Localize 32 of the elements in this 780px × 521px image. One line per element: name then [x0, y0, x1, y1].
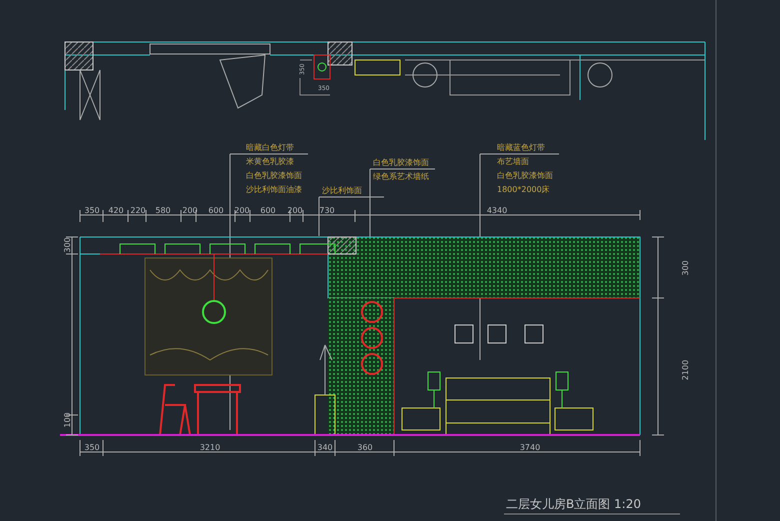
dimension-label: 300	[681, 260, 690, 276]
dimension-label: 420	[108, 206, 124, 215]
dimension-label: 600	[208, 206, 224, 215]
dimension-label: 4340	[486, 206, 508, 215]
material-note: 暗藏白色灯带	[246, 143, 294, 152]
dimension-label: 3740	[520, 443, 540, 452]
dimension-label: 100	[63, 412, 72, 428]
material-note: 白色乳胶漆饰面	[373, 158, 429, 167]
dimension-label: 200	[234, 206, 250, 215]
dimension-label: 580	[155, 206, 171, 215]
material-note: 绿色系艺术墙纸	[373, 172, 429, 181]
material-note: 白色乳胶漆饰面	[246, 171, 302, 180]
dimension-label: 2100	[681, 360, 690, 380]
material-note: 米黄色乳胶漆	[246, 157, 294, 166]
material-note: 1800*2000床	[497, 185, 550, 194]
material-note: 布艺墙面	[497, 157, 529, 166]
dimension-label: 350	[84, 206, 100, 215]
dimension-label: 200	[287, 206, 303, 215]
dimension-label: 3210	[200, 443, 220, 452]
material-note: 沙比利饰面	[322, 186, 362, 195]
dimension-label: 220	[130, 206, 146, 215]
dimension-label: 600	[260, 206, 276, 215]
dimension-label: 200	[182, 206, 198, 215]
material-note: 沙比利饰面油漆	[246, 185, 302, 194]
drawing-title: 二层女儿房B立面图 1:20	[506, 497, 641, 511]
dimension-label: 340	[317, 443, 333, 452]
dimension-label: 350	[84, 443, 100, 452]
dimension-label: 730	[319, 206, 335, 215]
material-note: 暗藏蓝色灯带	[497, 143, 545, 152]
dimension-label: 300	[63, 237, 72, 253]
material-note: 白色乳胶漆饰面	[497, 171, 553, 180]
dimension-label: 360	[357, 443, 373, 452]
